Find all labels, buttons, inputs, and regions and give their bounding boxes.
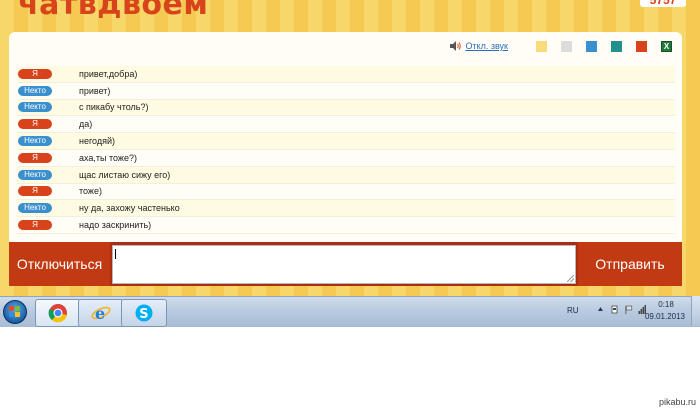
windows-taskbar: e S [0,296,700,327]
author-badge-stranger: Некто [18,136,52,147]
chat-message-row: Янадо заскринить) [17,217,675,234]
windows-logo-icon [3,300,27,324]
chat-message-row: Япривет,добра) [17,66,675,83]
chat-message-row: Некто с пикабу чтоль?) [17,99,675,117]
author-badge-stranger: Некто [18,85,52,96]
author-badge-me: Я [18,119,52,130]
author-badge-me: Я [18,186,52,197]
ie-icon: e [91,304,111,323]
author-badge-me: Я [18,152,52,163]
watermark: pikabu.ru [658,397,696,407]
message-text: привет) [79,85,111,96]
message-text: надо заскринить) [79,220,152,231]
svg-text:e: e [95,304,105,323]
theme-gray-button[interactable] [561,40,572,52]
flag-icon[interactable] [624,304,633,315]
author-badge-me: Я [18,68,52,79]
theme-red-button[interactable] [636,40,647,52]
svg-text:S: S [139,307,148,322]
taskbar-skype-button[interactable]: S [121,299,167,327]
author-badge-me: Я [18,220,52,231]
message-text: да) [79,119,93,130]
show-desktop-button[interactable] [691,296,700,326]
chat-message-row: Ятоже) [17,183,675,201]
message-text: ну да, захожу частенько [79,203,180,214]
theme-teal-button[interactable] [611,40,622,52]
taskbar-chrome-button[interactable] [35,299,81,327]
resize-handle[interactable] [567,275,574,282]
message-text: негодяй) [79,136,116,147]
message-text: привет,добра) [79,68,138,79]
page-background: чатвдвоем 5757 Откл. звук X Япривет,добр… [0,0,700,296]
chat-message-row: Некто щас листаю сижу его) [17,166,675,184]
start-button[interactable] [0,298,30,326]
taskbar-ie-button[interactable]: e [78,299,124,327]
disconnect-button[interactable]: Отключиться [9,242,110,286]
site-logo[interactable]: чатвдвоем [18,0,208,22]
message-text: аха,ты тоже?) [79,152,137,163]
author-badge-stranger: Некто [18,203,52,214]
send-button[interactable]: Отправить [578,242,682,286]
author-badge-stranger: Некто [18,102,52,113]
usb-device-icon[interactable] [610,304,619,315]
text-caret [115,249,116,259]
theme-blue-button[interactable] [586,40,597,52]
chat-message-row: Некто негодяй) [17,133,675,150]
author-badge-stranger: Некто [18,169,52,180]
chat-message-row: Некто ну да, захожу частенько [17,200,675,218]
theme-yellow-button[interactable] [536,40,547,52]
excel-export-icon[interactable]: X [661,40,672,52]
skype-icon: S [135,304,153,322]
chat-panel: Откл. звук X Япривет,добра) Некто привет) Н… [9,32,682,242]
chrome-icon [48,304,67,323]
chat-message-row: Некто привет) [17,82,675,100]
chat-toolbar: Откл. звук X [450,40,672,52]
language-indicator[interactable]: RU [567,306,579,315]
clock-date[interactable]: 09.01.2013 [640,312,690,321]
online-counter: 5757 [640,0,686,7]
chat-message-row: Яда) [17,116,675,134]
speaker-icon[interactable] [450,41,462,51]
clock-time[interactable]: 0:18 [646,300,686,309]
message-input[interactable] [112,245,576,284]
message-text: тоже) [79,186,102,197]
message-text: щас листаю сижу его) [79,169,171,180]
tray-arrow-icon[interactable] [596,304,605,315]
chat-message-row: Яаха,ты тоже?) [17,149,675,167]
message-text: с пикабу чтоль?) [79,102,149,113]
mute-sound-link[interactable]: Откл. звук [465,41,508,51]
chat-log: Япривет,добра) Некто привет) Некто с пикабу … [17,66,675,234]
input-bar: Отключиться Отправить [9,242,682,286]
